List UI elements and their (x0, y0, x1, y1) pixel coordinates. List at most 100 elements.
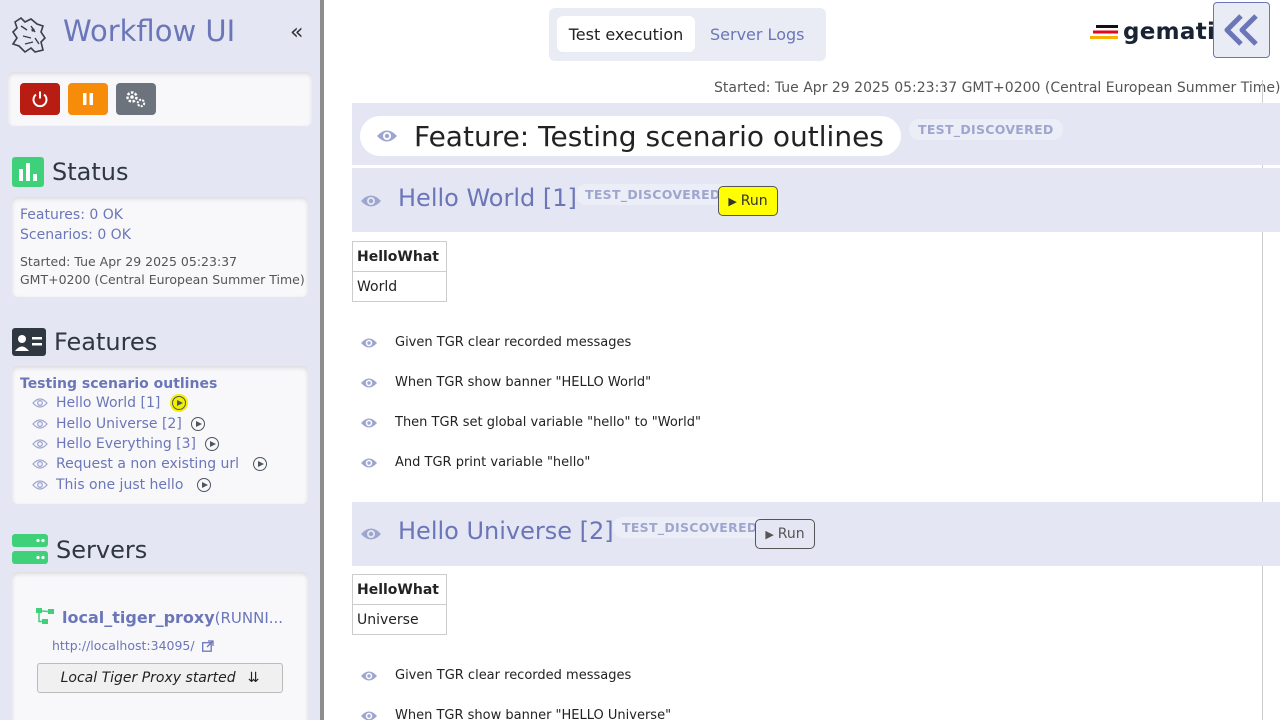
sidebar-scenario-hello-everything[interactable]: Hello Everything [3] (32, 436, 220, 452)
features-heading-label: Features (54, 328, 158, 356)
play-icon: ▶ (765, 527, 774, 541)
gematik-stripes-icon (1090, 25, 1118, 39)
status-heading-label: Status (52, 158, 129, 186)
app-title: Workflow UI (63, 14, 236, 48)
pause-button[interactable] (68, 83, 108, 115)
step-text: Given TGR clear recorded messages (395, 335, 632, 350)
quit-button[interactable] (20, 83, 60, 115)
step-text: When TGR show banner "HELLO World" (395, 375, 652, 390)
features-heading: Features (12, 328, 157, 356)
sitemap-icon (36, 608, 54, 624)
server-message: Local Tiger Proxy started (60, 670, 236, 686)
servers-panel: local_tiger_proxy(RUNNI... http://localh… (12, 572, 308, 720)
gears-icon (126, 91, 146, 108)
bar-chart-icon (12, 157, 44, 187)
tab-server-logs[interactable]: Server Logs (710, 16, 804, 52)
server-state: (RUNNI... (214, 609, 284, 627)
servers-heading-label: Servers (56, 536, 148, 564)
step-text: When TGR show banner "HELLO Universe" (395, 708, 672, 720)
play-icon: ▶ (728, 194, 737, 208)
collapse-panel-button[interactable] (1213, 2, 1270, 58)
main-content: Test execution Server Logs gematik Start… (324, 0, 1280, 720)
scenarios-count: Scenarios: 0 OK (20, 227, 131, 243)
eye-icon[interactable] (360, 709, 378, 720)
feature-group-link[interactable]: Testing scenario outlines (20, 376, 217, 392)
eye-icon[interactable] (360, 669, 378, 683)
run-scenario-button[interactable]: ▶ Run (718, 186, 778, 216)
examples-table: HelloWhat World (352, 241, 447, 302)
sidebar-scenario-label: Hello Everything [3] (56, 436, 197, 452)
status-panel: Features: 0 OK Scenarios: 0 OK Started: … (12, 197, 308, 297)
sidebar-scenario-label: Request a non existing url (56, 456, 240, 472)
run-scenario-button[interactable]: ▶ Run (755, 519, 815, 549)
table-cell: Universe (352, 604, 447, 635)
external-link-icon (201, 639, 214, 652)
step-text: Given TGR clear recorded messages (395, 668, 632, 683)
table-header: HelloWhat (352, 574, 447, 605)
power-icon (32, 91, 48, 108)
examples-table: HelloWhat Universe (352, 574, 447, 635)
features-panel: Testing scenario outlines Hello World [1… (12, 366, 308, 504)
play-circle-icon (172, 396, 187, 410)
scenario-title: Hello Universe [2] (398, 517, 614, 545)
eye-icon[interactable] (360, 376, 378, 390)
eye-icon (32, 398, 48, 408)
step-text: And TGR print variable "hello" (395, 455, 591, 470)
tab-bar: Test execution Server Logs (549, 8, 826, 61)
eye-icon[interactable] (360, 416, 378, 430)
tab-test-execution[interactable]: Test execution (557, 16, 695, 52)
scenario-title: Hello World [1] (398, 184, 577, 212)
id-card-icon (12, 328, 46, 356)
eye-icon (32, 439, 48, 449)
run-button-label: Run (777, 526, 805, 542)
step-row: Then TGR set global variable "hello" to … (360, 415, 701, 430)
server-name[interactable]: local_tiger_proxy(RUNNI... (62, 608, 283, 627)
table-cell: World (352, 271, 447, 302)
server-name-label: local_tiger_proxy (62, 608, 215, 627)
step-row: And TGR print variable "hello" (360, 455, 590, 470)
step-row: Given TGR clear recorded messages (360, 668, 631, 683)
server-url-link[interactable]: http://localhost:34095/ (52, 638, 214, 653)
eye-icon[interactable] (360, 336, 378, 350)
gematik-logo: gematik (1090, 19, 1231, 45)
feature-status-badge: TEST_DISCOVERED (909, 119, 1063, 140)
sidebar-scenario-this-one-just-hello[interactable]: This one just hello (32, 477, 212, 493)
config-button[interactable] (116, 83, 156, 115)
table-header: HelloWhat (352, 241, 447, 272)
play-circle-icon[interactable] (205, 437, 220, 451)
play-circle-icon[interactable] (253, 457, 268, 471)
servers-heading: Servers (12, 534, 147, 566)
play-circle-icon[interactable] (190, 417, 205, 431)
status-started-time: Started: Tue Apr 29 2025 05:23:37 GMT+02… (20, 254, 305, 287)
control-panel (8, 72, 312, 126)
step-row: When TGR show banner "HELLO Universe" (360, 708, 671, 720)
sidebar-scenario-label: Hello World [1] (56, 395, 161, 411)
eye-icon[interactable] (376, 128, 398, 144)
collapse-sidebar-icon[interactable]: « (290, 20, 303, 45)
sidebar-scenario-hello-world[interactable]: Hello World [1] (32, 394, 189, 412)
eye-icon[interactable] (360, 193, 382, 209)
sidebar: Workflow UI « Status Features: 0 OK Scen… (0, 0, 320, 720)
sidebar-scenario-label: Hello Universe [2] (56, 416, 182, 432)
feature-header: Feature: Testing scenario outlines (360, 116, 901, 156)
eye-icon (32, 459, 48, 469)
eye-icon[interactable] (360, 456, 378, 470)
play-circle-icon[interactable] (197, 478, 212, 492)
sidebar-scenario-request-non-existing-url[interactable]: Request a non existing url (32, 456, 268, 472)
eye-icon[interactable] (360, 526, 382, 542)
pause-icon (83, 93, 93, 105)
feature-title: Feature: Testing scenario outlines (414, 119, 884, 153)
execution-started-time: Started: Tue Apr 29 2025 05:23:37 GMT+02… (714, 80, 1280, 96)
scenario-status-badge: TEST_DISCOVERED (576, 184, 730, 205)
status-heading: Status (12, 157, 128, 187)
eye-icon (32, 480, 48, 490)
double-chevron-down-icon: ⇊ (247, 670, 260, 686)
server-url-label: http://localhost:34095/ (52, 638, 195, 653)
run-scenario-highlight[interactable] (170, 394, 189, 412)
server-log-toggle[interactable]: Local Tiger Proxy started ⇊ (37, 663, 283, 693)
run-button-label: Run (740, 193, 768, 209)
sidebar-scenario-hello-universe[interactable]: Hello Universe [2] (32, 416, 205, 432)
step-text: Then TGR set global variable "hello" to … (395, 415, 701, 430)
step-row: When TGR show banner "HELLO World" (360, 375, 651, 390)
step-row: Given TGR clear recorded messages (360, 335, 631, 350)
